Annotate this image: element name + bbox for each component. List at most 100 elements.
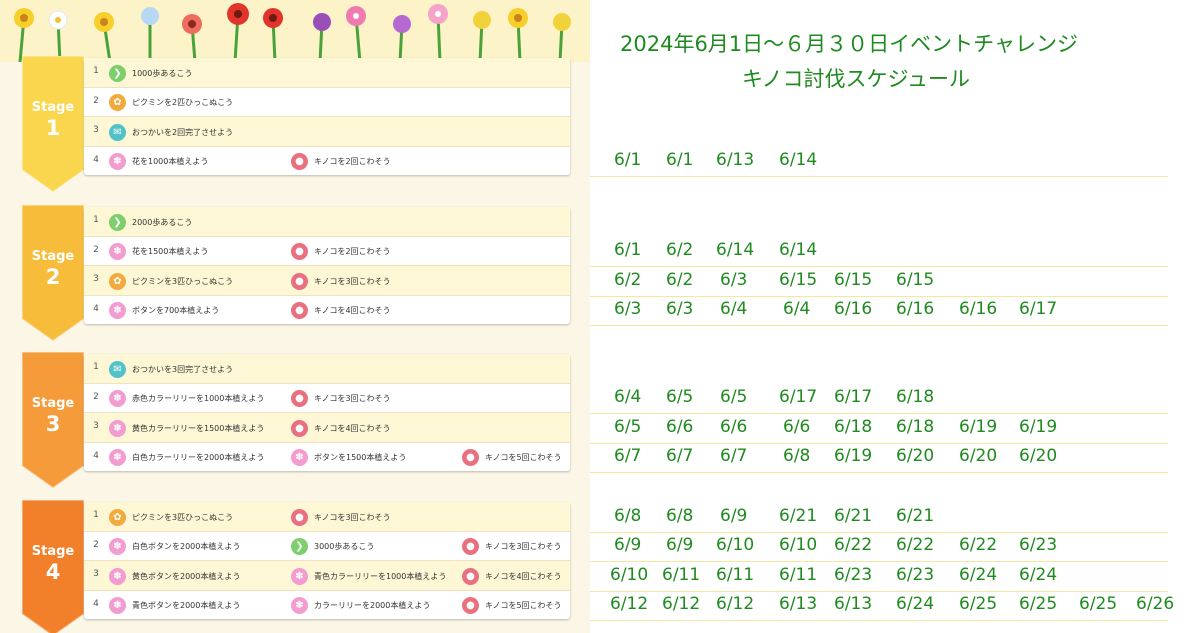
flower-icon: ✽: [291, 597, 308, 614]
schedule-date: 6/23: [896, 565, 935, 585]
schedule-date: 6/9: [614, 535, 642, 555]
mission-task: ● キノコを4回こわそう: [291, 419, 391, 437]
mission-task: ✽ 白色カラーリリーを2000本植えよう: [109, 449, 264, 467]
schedule-date: 6/22: [959, 535, 998, 555]
mission-row[interactable]: 1 ✉ おつかいを3回完了させよう: [84, 354, 570, 384]
stage-number: 1: [45, 116, 61, 140]
mission-row[interactable]: 3 ✉ おつかいを2回完了させよう: [84, 117, 570, 147]
mission-task: ❯ 1000歩あるこう: [109, 64, 192, 82]
schedule-date: 6/16: [896, 299, 935, 319]
schedule-date: 6/20: [1019, 446, 1058, 466]
schedule-row-divider: [590, 176, 1168, 177]
schedule-date: 6/23: [1019, 535, 1058, 555]
mission-task-label: キノコを4回こわそう: [314, 423, 391, 433]
mission-task-label: ピクミンを2匹ひっこぬこう: [132, 98, 234, 107]
schedule-date: 6/25: [1079, 594, 1118, 614]
schedule-date: 6/1: [614, 150, 642, 170]
page-subtitle: キノコ討伐スケジュール: [742, 67, 971, 91]
schedule-date: 6/13: [834, 594, 873, 614]
mission-row[interactable]: 2 ✽ 白色ボタンを2000本植えよう ❯ 3000歩あるこう ● キノコを3回こわそう: [84, 532, 570, 561]
flower-icon: ✽: [109, 567, 126, 585]
mission-task-label: 1000歩あるこう: [132, 68, 193, 78]
schedule-date: 6/15: [834, 270, 873, 290]
flower-icon: ✽: [291, 567, 308, 585]
schedule-date: 6/12: [610, 594, 649, 614]
mission-row[interactable]: 1 ❯ 2000歩あるこう: [84, 207, 570, 237]
flower-icon: ✽: [109, 419, 126, 437]
schedule-date: 6/21: [779, 506, 818, 526]
schedule-date: 6/9: [720, 506, 748, 526]
mission-task-label: 花を1500本植えよう: [132, 247, 209, 256]
mission-task-label: 2000歩あるこう: [132, 217, 193, 227]
schedule-date: 6/17: [779, 387, 818, 407]
schedule-date: 6/6: [666, 417, 694, 437]
schedule-date: 6/19: [1019, 417, 1058, 437]
schedule-date: 6/11: [779, 565, 818, 585]
mission-task-label: 黄色ボタンを2000本植えよう: [132, 571, 241, 581]
mission-row[interactable]: 4 ✽ ボタンを700本植えよう ● キノコを4回こわそう: [84, 296, 570, 325]
mushroom-icon: ●: [291, 508, 308, 526]
schedule-date: 6/16: [834, 299, 873, 319]
mission-task-label: キノコを3回こわそう: [314, 394, 391, 403]
mission-row[interactable]: 4 ✽ 青色ボタンを2000本植えよう ✽ カラーリリーを2000本植えよう ● キノコを5…: [84, 591, 570, 620]
schedule-date: 6/7: [614, 446, 642, 466]
mission-task: ✽ ボタンを1500本植えよう: [291, 449, 406, 467]
schedule-date: 6/2: [666, 270, 694, 290]
schedule-date: 6/15: [779, 270, 818, 290]
schedule-date: 6/24: [1019, 565, 1058, 585]
schedule-date: 6/11: [716, 565, 755, 585]
schedule-date: 6/19: [959, 417, 998, 437]
schedule-date: 6/23: [834, 565, 873, 585]
mission-row[interactable]: 2 ✽ 花を1500本植えよう ● キノコを2回こわそう: [84, 237, 570, 266]
mission-number: 3: [93, 274, 99, 284]
mission-task-label: ピクミンを3匹ひっこぬこう: [132, 276, 234, 286]
schedule-date: 6/25: [1019, 594, 1058, 614]
walk-icon: ❯: [109, 64, 126, 82]
mission-row[interactable]: 3 ✽ 黄色ボタンを2000本植えよう ✽ 青色カラーリリーを1000本植えよう ● キノコ…: [84, 561, 570, 591]
mushroom-icon: ●: [462, 567, 479, 585]
schedule-row-divider: [590, 443, 1168, 444]
mission-task-label: 白色ボタンを2000本植えよう: [132, 542, 241, 551]
mission-row[interactable]: 4 ✽ 花を1000本植えよう ● キノコを2回こわそう: [84, 147, 570, 176]
mission-number: 1: [93, 510, 99, 520]
schedule-date: 6/14: [779, 150, 818, 170]
mission-task: ✽ 花を1500本植えよう: [109, 243, 208, 261]
mission-row[interactable]: 2 ✽ 赤色カラーリリーを1000本植えよう ● キノコを3回こわそう: [84, 384, 570, 413]
mushroom-icon: ●: [291, 390, 308, 407]
mission-task-label: キノコを5回こわそう: [485, 453, 562, 462]
schedule-date: 6/15: [896, 270, 935, 290]
mushroom-icon: ●: [291, 419, 308, 437]
mission-task: ✉ おつかいを3回完了させよう: [109, 360, 233, 378]
schedule-date: 6/9: [666, 535, 694, 555]
mission-task: ● キノコを5回こわそう: [462, 449, 562, 467]
schedule-date: 6/10: [779, 535, 818, 555]
schedule-date: 6/8: [666, 506, 694, 526]
mission-task-label: おつかいを2回完了させよう: [132, 127, 234, 137]
stage-number: 4: [45, 560, 61, 584]
mission-number: 3: [93, 125, 99, 135]
schedule-date: 6/12: [716, 594, 755, 614]
mission-task: ✽ 白色ボタンを2000本植えよう: [109, 538, 240, 556]
stage-label: Stage: [31, 100, 75, 115]
schedule-date: 6/5: [720, 387, 748, 407]
mushroom-icon: ●: [291, 302, 308, 319]
mission-row[interactable]: 1 ❯ 1000歩あるこう: [84, 58, 570, 88]
mission-number: 1: [93, 66, 99, 76]
schedule-date: 6/4: [720, 299, 748, 319]
mission-row[interactable]: 3 ✿ ピクミンを3匹ひっこぬこう ● キノコを3回こわそう: [84, 266, 570, 296]
mission-row[interactable]: 4 ✽ 白色カラーリリーを2000本植えよう ✽ ボタンを1500本植えよう ● キノコを5…: [84, 443, 570, 472]
mission-row[interactable]: 3 ✽ 黄色カラーリリーを1500本植えよう ● キノコを4回こわそう: [84, 413, 570, 443]
schedule-date: 6/20: [896, 446, 935, 466]
stage-block: Stage 4 1 ✿ ピクミンを3匹ひっこぬこう ● キノコを3回こわそう 2 ✽ 白色ボタンを…: [0, 500, 590, 633]
mission-row[interactable]: 1 ✿ ピクミンを3匹ひっこぬこう ● キノコを3回こわそう: [84, 502, 570, 532]
flower-icon: ✽: [291, 449, 308, 466]
schedule-date: 6/18: [834, 417, 873, 437]
mission-task: ● キノコを3回こわそう: [462, 538, 562, 556]
flower-icon: ✽: [109, 538, 126, 555]
mission-task: ✿ ピクミンを3匹ひっこぬこう: [109, 508, 233, 526]
mission-row[interactable]: 2 ✿ ピクミンを2匹ひっこぬこう: [84, 88, 570, 117]
schedule-date: 6/3: [614, 299, 642, 319]
mission-task: ✽ 青色カラーリリーを1000本植えよう: [291, 567, 446, 585]
schedule-row-divider: [590, 620, 1168, 621]
mission-task: ✽ 黄色カラーリリーを1500本植えよう: [109, 419, 264, 437]
